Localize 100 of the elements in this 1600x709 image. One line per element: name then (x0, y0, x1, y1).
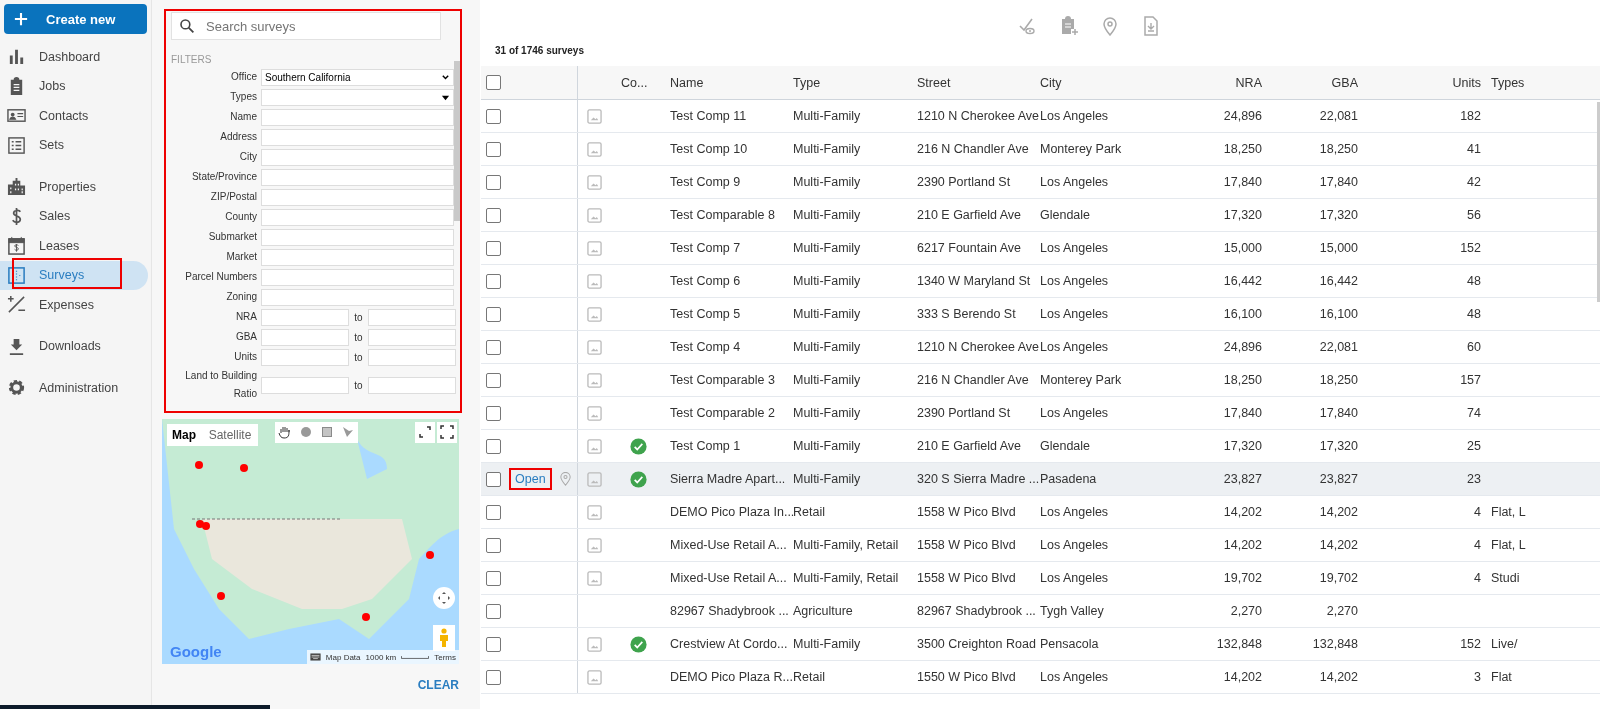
table-row[interactable]: Test Comparable 8 Multi-Family 210 E Garfield Ave Glendale 17,320 17,320 56 (481, 199, 1600, 232)
range-min-input[interactable] (261, 328, 349, 346)
table-cell: Test Comp 6 (670, 274, 741, 288)
filter-input[interactable] (261, 288, 454, 306)
table-row[interactable]: Test Comp 10 Multi-Family 216 N Chandler Ave Monterey Park 18,250 18,250 41 (481, 133, 1600, 166)
filter-input[interactable] (261, 188, 454, 206)
column-header[interactable]: Street (917, 75, 951, 90)
nav-item[interactable]: Administration (0, 373, 148, 403)
table-row[interactable]: Test Comparable 3 Multi-Family 216 N Chandler Ave Monterey Park 18,250 18,250 157 (481, 364, 1600, 397)
nav-item[interactable]: Downloads (0, 331, 148, 361)
column-header[interactable]: City (1040, 75, 1062, 90)
range-max-input[interactable] (368, 348, 456, 366)
row-checkbox[interactable] (486, 570, 501, 586)
nav-item[interactable]: Expenses (0, 290, 148, 320)
scrollbar[interactable] (454, 61, 460, 221)
office-select[interactable]: Southern California (261, 68, 454, 86)
table-cell: 4 (1474, 571, 1481, 585)
filter-input[interactable] (261, 208, 454, 226)
map-pin-icon[interactable] (559, 472, 571, 486)
clipboard-plus-icon[interactable] (1059, 16, 1081, 38)
row-checkbox[interactable] (486, 669, 501, 685)
nav-item[interactable]: Sales (0, 201, 148, 231)
column-header[interactable]: NRA (1235, 75, 1262, 90)
person-icon[interactable] (433, 625, 455, 651)
column-header[interactable]: GBA (1331, 75, 1358, 90)
select-all-checkbox[interactable] (486, 75, 501, 90)
table-cell: 1340 W Maryland St (917, 274, 1031, 288)
row-checkbox[interactable] (486, 207, 501, 223)
table-row[interactable]: 82967 Shadybrook ... Agriculture 82967 Shadybrook ... Tygh Valley 2,270 2,270 (481, 595, 1600, 628)
row-checkbox[interactable] (486, 108, 501, 124)
column-header[interactable]: Type (793, 75, 821, 90)
nav-item[interactable]: Leases (0, 231, 148, 261)
fullscreen-icon[interactable] (437, 422, 457, 443)
terms-link[interactable]: Terms (434, 652, 456, 662)
filter-input[interactable] (261, 228, 454, 246)
row-checkbox[interactable] (486, 636, 501, 652)
table-row[interactable]: Mixed-Use Retail A... Multi-Family, Retail 1558 W Pico Blvd Los Angeles 19,702 19,702 4 Studi (481, 562, 1600, 595)
row-checkbox[interactable] (486, 471, 501, 487)
filter-input[interactable] (261, 268, 454, 286)
table-row[interactable]: Test Comp 4 Multi-Family 1210 N Cherokee AveLos Angeles 24,896 22,081 60 (481, 331, 1600, 364)
row-checkbox[interactable] (486, 504, 501, 520)
row-checkbox[interactable] (486, 438, 501, 454)
row-checkbox[interactable] (486, 603, 501, 619)
table-row[interactable]: Test Comp 7 Multi-Family 6217 Fountain Ave Los Angeles 15,000 15,000 152 (481, 232, 1600, 265)
column-header[interactable]: Units (1452, 75, 1481, 90)
nav-item[interactable]: Dashboard (0, 42, 148, 72)
range-max-input[interactable] (368, 308, 456, 326)
range-max-input[interactable] (368, 328, 456, 346)
table-cell: Monterey Park (1040, 142, 1122, 156)
table-cell: 152 (1460, 637, 1481, 651)
row-checkbox[interactable] (486, 372, 501, 388)
types-select[interactable] (261, 88, 454, 106)
table-row[interactable]: Test Comp 11 Multi-Family 1210 N Cherokee AveLos Angeles 24,896 22,081 182 (481, 100, 1600, 133)
table-cell: 60 (1467, 340, 1481, 354)
row-checkbox[interactable] (486, 174, 501, 190)
column-header[interactable]: Co... (621, 75, 648, 90)
nav-item[interactable]: Jobs (0, 71, 148, 101)
row-checkbox[interactable] (486, 141, 501, 157)
row-checkbox[interactable] (486, 537, 501, 553)
filter-input[interactable] (261, 148, 454, 166)
table-cell: 41 (1467, 142, 1481, 156)
filter-input[interactable] (261, 168, 454, 186)
filter-input[interactable] (261, 108, 454, 126)
create-new-button[interactable]: Create new (4, 4, 147, 34)
table-row[interactable]: Test Comp 5 Multi-Family 333 S Berendo St Los Angeles 16,100 16,100 48 (481, 298, 1600, 331)
keyboard-icon[interactable] (309, 653, 321, 661)
scrollbar[interactable] (1597, 102, 1600, 302)
clear-button[interactable]: CLEAR (417, 678, 459, 692)
filter-input[interactable] (261, 128, 454, 146)
range-min-input[interactable] (261, 348, 349, 366)
table-row[interactable]: Mixed-Use Retail A... Multi-Family, Retail 1558 W Pico Blvd Los Angeles 14,202 14,202 4 Flat, L (481, 529, 1600, 562)
range-min-input[interactable] (261, 308, 349, 326)
table-cell: 4 (1474, 505, 1481, 519)
filter-input[interactable] (261, 248, 454, 266)
nav-item[interactable]: Properties (0, 172, 148, 202)
table-row[interactable]: Open Sierra Madre Apart... Multi-Family 320 S Sierra Madre ...Pasadena 23,827 23,827 23 (481, 463, 1600, 496)
open-link[interactable]: Open (509, 468, 552, 490)
table-cell: Pensacola (1040, 637, 1099, 651)
column-header[interactable]: Name (670, 75, 704, 90)
row-checkbox[interactable] (486, 405, 501, 421)
map-data-link[interactable]: Map Data (325, 652, 361, 662)
column-header[interactable]: Types (1491, 75, 1525, 90)
table-row[interactable]: Test Comp 6 Multi-Family 1340 W Maryland St Los Angeles 16,442 16,442 48 (481, 265, 1600, 298)
row-checkbox[interactable] (486, 306, 501, 322)
table-row[interactable]: DEMO Pico Plaza In...Retail 1558 W Pico Blvd Los Angeles 14,202 14,202 4 Flat, L (481, 496, 1600, 529)
expand-icon[interactable] (415, 422, 435, 443)
table-cell: 25 (1467, 439, 1481, 453)
table-cell: 1558 W Pico Blvd (917, 505, 1016, 519)
nav-item[interactable]: Contacts (0, 101, 148, 131)
range-min-input[interactable] (261, 376, 349, 394)
nav-item[interactable]: Sets (0, 130, 148, 160)
table-row[interactable]: Test Comp 9 Multi-Family 2390 Portland St Los Angeles 17,840 17,840 42 (481, 166, 1600, 199)
table-row[interactable]: Crestview At Cordo... Multi-Family 3500 Creighton Road Pensacola 132,848 132,848 152 Live/ (481, 628, 1600, 661)
table-row[interactable]: Test Comparable 2 Multi-Family 2390 Portland St Los Angeles 17,840 17,840 74 (481, 397, 1600, 430)
search-field[interactable]: Search surveys (171, 12, 441, 40)
range-max-input[interactable] (368, 376, 456, 394)
row-checkbox[interactable] (486, 339, 501, 355)
row-checkbox[interactable] (486, 240, 501, 256)
row-checkbox[interactable] (486, 273, 501, 289)
table-row[interactable]: DEMO Pico Plaza R...Retail 1550 W Pico Blvd Los Angeles 14,202 14,202 3 Flat (481, 661, 1600, 694)
